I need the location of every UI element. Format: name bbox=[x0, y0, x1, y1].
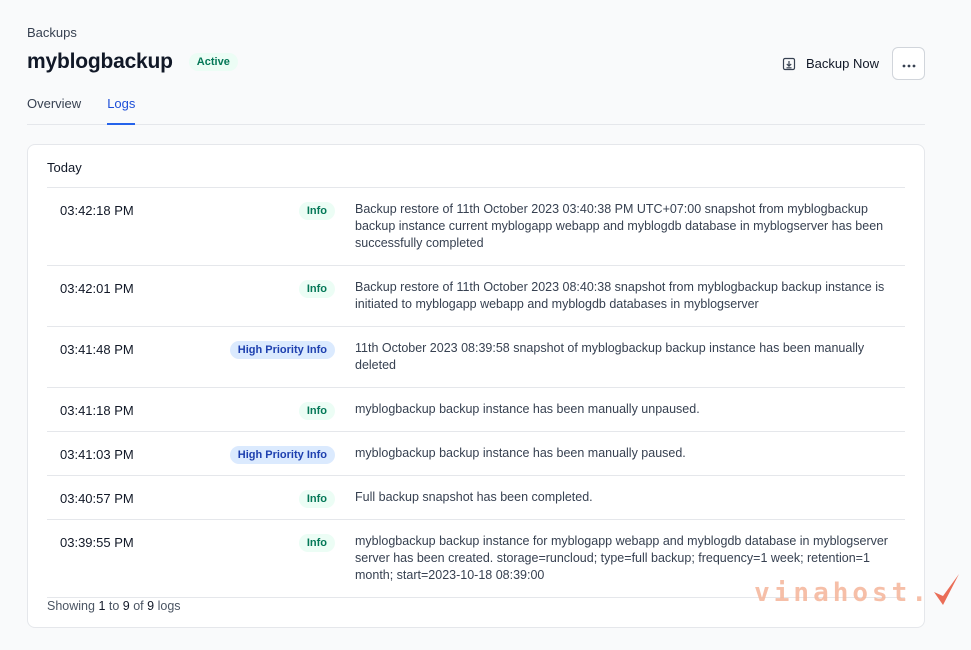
title-row: myblogbackup Active bbox=[27, 50, 238, 74]
log-row: 03:42:01 PM Info Backup restore of 11th Oc… bbox=[47, 266, 905, 327]
breadcrumb[interactable]: Backups bbox=[27, 25, 77, 40]
pagination-summary: Showing 1 to 9 of 9 logs bbox=[47, 599, 181, 613]
log-message: myblogbackup backup instance has been ma… bbox=[355, 446, 686, 460]
log-row: 03:41:03 PM High Priority Info myblogbacku… bbox=[47, 432, 905, 476]
status-badge: Active bbox=[188, 53, 238, 71]
log-time: 03:41:18 PM bbox=[60, 403, 134, 418]
log-row: 03:41:18 PM Info myblogbackup backup insta… bbox=[47, 388, 905, 432]
log-list: 03:42:18 PM Info Backup restore of 11th Oc… bbox=[47, 187, 905, 598]
header-actions: Backup Now bbox=[782, 47, 925, 80]
log-level-cell: Info bbox=[298, 401, 335, 420]
backup-now-label: Backup Now bbox=[806, 56, 879, 71]
log-time: 03:41:48 PM bbox=[60, 342, 134, 357]
pagination-prefix: Showing bbox=[47, 599, 95, 613]
pagination-from: 1 bbox=[98, 599, 106, 613]
log-time: 03:41:03 PM bbox=[60, 447, 134, 462]
pagination-suffix: logs bbox=[157, 599, 181, 613]
log-level-badge: Info bbox=[298, 534, 335, 552]
log-level-cell: Info bbox=[298, 279, 335, 298]
download-icon bbox=[782, 57, 796, 71]
log-time: 03:42:01 PM bbox=[60, 281, 134, 296]
log-message: 11th October 2023 08:39:58 snapshot of m… bbox=[355, 341, 865, 372]
log-message: myblogbackup backup instance has been ma… bbox=[355, 402, 700, 416]
log-group-label: Today bbox=[47, 160, 82, 175]
log-level-badge: High Priority Info bbox=[229, 446, 335, 464]
log-message: Backup restore of 11th October 2023 08:4… bbox=[355, 280, 885, 311]
log-level-cell: Info bbox=[298, 201, 335, 220]
log-level-badge: Info bbox=[298, 280, 335, 298]
ellipsis-icon bbox=[902, 55, 916, 73]
checkmark-logo-icon bbox=[931, 572, 961, 613]
log-message: Backup restore of 11th October 2023 03:4… bbox=[355, 202, 884, 250]
pagination-of-word: of bbox=[133, 599, 144, 613]
more-options-button[interactable] bbox=[892, 47, 925, 80]
log-time: 03:40:57 PM bbox=[60, 491, 134, 506]
page-title: myblogbackup bbox=[27, 50, 173, 73]
watermark-text: vinahost. bbox=[754, 577, 931, 608]
tab-logs[interactable]: Logs bbox=[107, 96, 136, 125]
pagination-to-word: to bbox=[108, 599, 120, 613]
backup-now-button[interactable]: Backup Now bbox=[782, 56, 879, 71]
log-level-cell: Info bbox=[298, 489, 335, 508]
log-level-cell: High Priority Info bbox=[229, 445, 335, 464]
log-time: 03:42:18 PM bbox=[60, 203, 134, 218]
tab-overview[interactable]: Overview bbox=[27, 96, 81, 125]
pagination-to: 9 bbox=[122, 599, 130, 613]
vinahost-watermark: vinahost. bbox=[754, 572, 961, 613]
logs-card: Today 03:42:18 PM Info Backup restore of 1… bbox=[27, 144, 925, 628]
log-level-badge: High Priority Info bbox=[229, 341, 335, 359]
log-level-cell: Info bbox=[298, 533, 335, 552]
log-level-badge: Info bbox=[298, 490, 335, 508]
log-row: 03:42:18 PM Info Backup restore of 11th Oc… bbox=[47, 188, 905, 266]
log-row: 03:40:57 PM Info Full backup snapshot has … bbox=[47, 476, 905, 520]
log-row: 03:41:48 PM High Priority Info 11th Octobe… bbox=[47, 327, 905, 388]
tabs: Overview Logs bbox=[27, 96, 925, 125]
log-message: Full backup snapshot has been completed. bbox=[355, 490, 593, 504]
log-level-badge: Info bbox=[298, 402, 335, 420]
log-level-badge: Info bbox=[298, 202, 335, 220]
pagination-total: 9 bbox=[147, 599, 155, 613]
log-time: 03:39:55 PM bbox=[60, 535, 134, 550]
log-level-cell: High Priority Info bbox=[229, 340, 335, 359]
